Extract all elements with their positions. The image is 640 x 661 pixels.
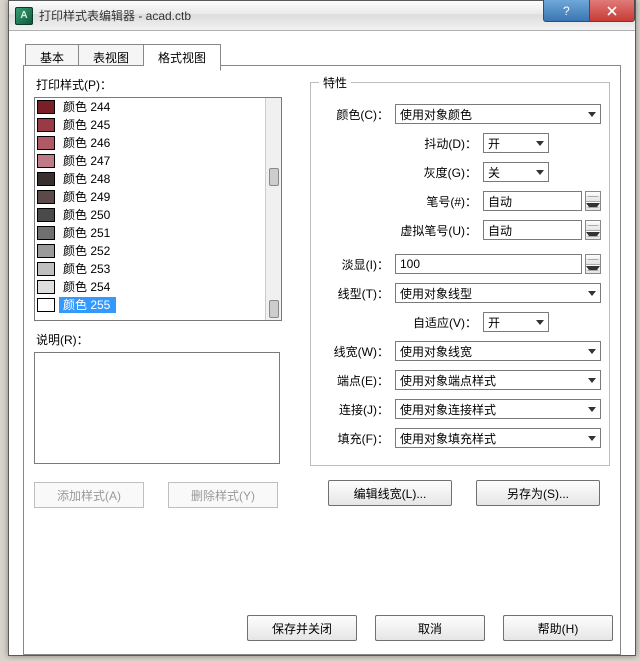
- chevron-down-icon: [586, 203, 600, 208]
- color-swatch-icon: [37, 190, 55, 204]
- chevron-up-icon: [586, 259, 600, 260]
- scroll-thumb-icon[interactable]: [269, 168, 279, 186]
- list-item[interactable]: 颜色 248: [35, 170, 265, 188]
- chevron-up-icon: [586, 225, 600, 226]
- cancel-button[interactable]: 取消: [375, 615, 485, 641]
- chevron-down-icon: [586, 232, 600, 237]
- pen-spinner[interactable]: [585, 191, 601, 211]
- list-item[interactable]: 颜色 251: [35, 224, 265, 242]
- help-button[interactable]: 帮助(H): [503, 615, 613, 641]
- color-label: 颜色(C)：: [319, 106, 395, 123]
- description-label: 说明(R)：: [36, 331, 282, 348]
- edit-lineweights-button[interactable]: 编辑线宽(L)...: [328, 480, 452, 506]
- scroll-thumb-icon[interactable]: [269, 300, 279, 318]
- titlebar[interactable]: A 打印样式表编辑器 - acad.ctb ?: [9, 1, 635, 31]
- color-swatch-icon: [37, 208, 55, 222]
- color-swatch-icon: [37, 100, 55, 114]
- list-item[interactable]: 颜色 252: [35, 242, 265, 260]
- fillstyle-label: 填充(F)：: [319, 430, 395, 447]
- screen-label: 淡显(I)：: [319, 256, 395, 273]
- add-style-button: 添加样式(A): [34, 482, 144, 508]
- dialog-button-row: 保存并关闭 取消 帮助(H): [247, 615, 613, 641]
- tab-format-view[interactable]: 格式视图: [144, 44, 221, 71]
- list-item[interactable]: 颜色 245: [35, 116, 265, 134]
- color-swatch-icon: [37, 154, 55, 168]
- dialog-window: A 打印样式表编辑器 - acad.ctb ? 基本 表视图 格式视图 打印样式…: [8, 0, 636, 656]
- lineweight-combo[interactable]: 使用对象线宽: [395, 341, 601, 361]
- titlebar-close-button[interactable]: [589, 0, 635, 22]
- list-item[interactable]: 颜色 253: [35, 260, 265, 278]
- color-swatch-icon: [37, 262, 55, 276]
- endstyle-combo[interactable]: 使用对象端点样式: [395, 370, 601, 390]
- color-combo[interactable]: 使用对象颜色: [395, 104, 601, 124]
- list-item[interactable]: 颜色 246: [35, 134, 265, 152]
- gray-label: 灰度(G)：: [375, 164, 483, 181]
- fillstyle-combo[interactable]: 使用对象填充样式: [395, 428, 601, 448]
- chevron-down-icon: [586, 266, 600, 271]
- joinstyle-label: 连接(J)：: [319, 401, 395, 418]
- linetype-combo[interactable]: 使用对象线型: [395, 283, 601, 303]
- dither-label: 抖动(D)：: [375, 135, 483, 152]
- color-swatch-icon: [37, 244, 55, 258]
- client-area: 基本 表视图 格式视图 打印样式(P)： 颜色 244 颜色 245 颜色 24…: [9, 31, 635, 655]
- gray-combo[interactable]: 关: [483, 162, 549, 182]
- properties-legend: 特性: [319, 74, 351, 91]
- color-swatch-icon: [37, 298, 55, 312]
- list-item[interactable]: 颜色 250: [35, 206, 265, 224]
- description-textarea[interactable]: [34, 352, 280, 464]
- screen-input[interactable]: 100: [395, 254, 582, 274]
- color-swatch-icon: [37, 136, 55, 150]
- color-swatch-icon: [37, 226, 55, 240]
- linetype-label: 线型(T)：: [319, 285, 395, 302]
- endstyle-label: 端点(E)：: [319, 372, 395, 389]
- pen-label: 笔号(#)：: [375, 193, 483, 210]
- color-swatch-icon: [37, 118, 55, 132]
- list-item[interactable]: 颜色 254: [35, 278, 265, 296]
- dither-combo[interactable]: 开: [483, 133, 549, 153]
- chevron-up-icon: [586, 196, 600, 197]
- color-swatch-icon: [37, 280, 55, 294]
- save-as-button[interactable]: 另存为(S)...: [476, 480, 600, 506]
- virtual-pen-label: 虚拟笔号(U)：: [375, 222, 483, 239]
- delete-style-button: 删除样式(Y): [168, 482, 278, 508]
- adaptive-label: 自适应(V)：: [375, 314, 483, 331]
- app-icon: A: [15, 7, 33, 25]
- properties-group: 特性 颜色(C)： 使用对象颜色 抖动(D)： 开 灰度(G)： 关: [310, 74, 610, 466]
- list-item[interactable]: 颜色 244: [35, 98, 265, 116]
- left-column: 打印样式(P)： 颜色 244 颜色 245 颜色 246 颜色 247 颜色 …: [34, 74, 282, 508]
- list-item[interactable]: 颜色 255: [35, 296, 265, 314]
- virtual-pen-input[interactable]: 自动: [483, 220, 582, 240]
- adaptive-combo[interactable]: 开: [483, 312, 549, 332]
- lineweight-label: 线宽(W)：: [319, 343, 395, 360]
- save-and-close-button[interactable]: 保存并关闭: [247, 615, 357, 641]
- joinstyle-combo[interactable]: 使用对象连接样式: [395, 399, 601, 419]
- question-icon: ?: [561, 5, 573, 17]
- window-title: 打印样式表编辑器 - acad.ctb: [39, 7, 191, 24]
- tab-panel: 打印样式(P)： 颜色 244 颜色 245 颜色 246 颜色 247 颜色 …: [23, 65, 621, 655]
- screen-spinner[interactable]: [585, 254, 601, 274]
- color-swatch-icon: [37, 172, 55, 186]
- list-item[interactable]: 颜色 249: [35, 188, 265, 206]
- virtual-pen-spinner[interactable]: [585, 220, 601, 240]
- list-scrollbar[interactable]: [265, 98, 281, 320]
- pen-input[interactable]: 自动: [483, 191, 582, 211]
- print-styles-listbox[interactable]: 颜色 244 颜色 245 颜色 246 颜色 247 颜色 248 颜色 24…: [34, 97, 282, 321]
- print-styles-label: 打印样式(P)：: [36, 76, 282, 93]
- list-item[interactable]: 颜色 247: [35, 152, 265, 170]
- close-icon: [606, 5, 618, 17]
- right-column: 特性 颜色(C)： 使用对象颜色 抖动(D)： 开 灰度(G)： 关: [310, 74, 610, 506]
- svg-text:?: ?: [563, 5, 570, 17]
- titlebar-help-button[interactable]: ?: [543, 0, 589, 22]
